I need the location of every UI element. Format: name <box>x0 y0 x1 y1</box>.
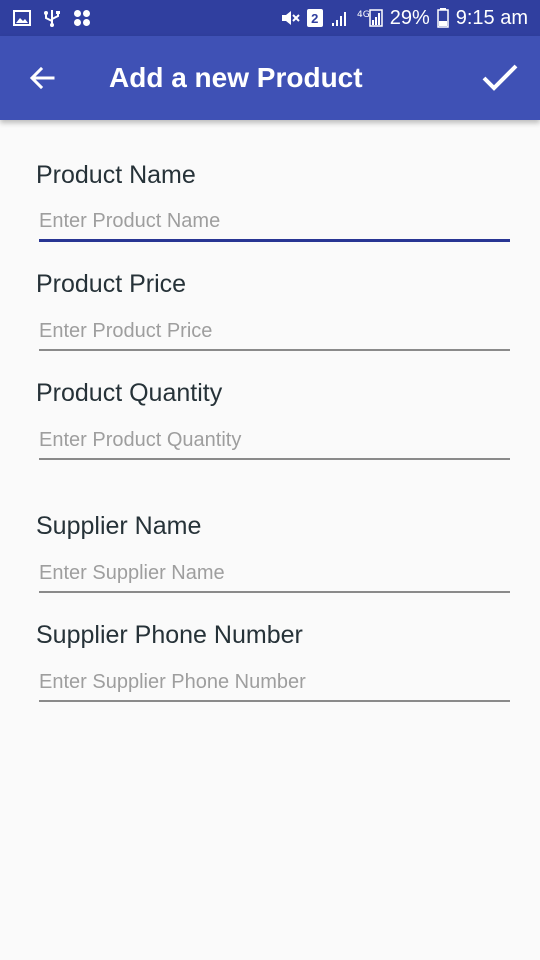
mute-icon <box>280 8 300 28</box>
supplier-phone-input[interactable] <box>39 664 510 702</box>
back-button[interactable] <box>22 58 62 98</box>
usb-icon <box>42 8 62 28</box>
supplier-name-input[interactable] <box>39 555 510 593</box>
battery-icon <box>436 8 449 28</box>
page-title: Add a new Product <box>109 62 363 93</box>
product-quantity-label: Product Quantity <box>36 379 223 407</box>
product-quantity-input[interactable] <box>39 422 510 460</box>
status-bar: 2 4G 29% 9:15 am <box>0 0 540 36</box>
app-bar: Add a new Product <box>0 36 540 120</box>
status-right-icons: 2 4G 29% 9:15 am <box>280 6 528 30</box>
status-left-icons <box>12 8 92 28</box>
signal-4g-icon: 4G <box>357 8 383 28</box>
image-icon <box>12 8 32 28</box>
supplier-phone-label: Supplier Phone Number <box>36 621 303 649</box>
arrow-back-icon <box>29 66 55 90</box>
signal-icon <box>330 8 350 28</box>
status-time: 9:15 am <box>455 7 528 29</box>
sim-badge: 2 <box>306 9 323 27</box>
network-type-label: 4G <box>357 10 370 20</box>
product-price-label: Product Price <box>36 270 187 298</box>
supplier-name-label: Supplier Name <box>36 512 202 540</box>
apps-icon <box>72 8 92 28</box>
check-icon <box>482 64 518 91</box>
product-price-input[interactable] <box>39 313 510 351</box>
save-button[interactable] <box>480 58 520 98</box>
battery-percent: 29% <box>389 7 430 29</box>
product-name-input[interactable] <box>39 204 510 242</box>
product-name-label: Product Name <box>36 161 196 189</box>
